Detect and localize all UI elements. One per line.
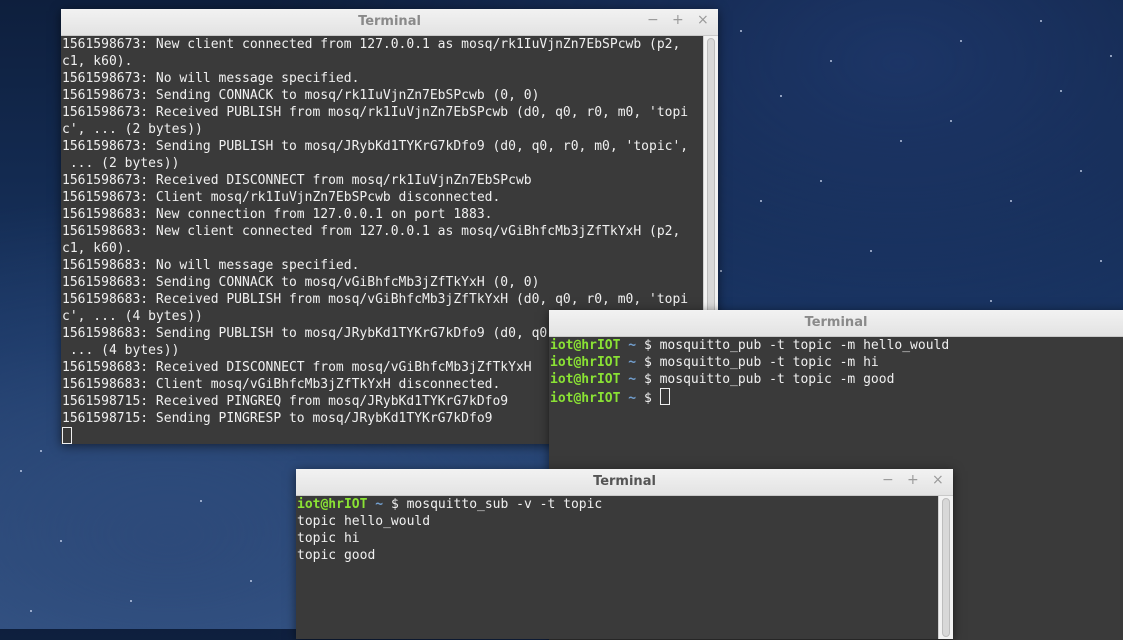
log-line: 1561598673: Sending CONNACK to mosq/rk1I…	[62, 88, 540, 103]
star	[1040, 20, 1042, 22]
star	[960, 40, 962, 42]
prompt-line: iot@hrIOT ~ $ mosquitto_pub -t topic -m …	[550, 354, 1123, 371]
star	[870, 250, 872, 252]
prompt-directory: ~	[628, 338, 637, 353]
output-line: topic hello_would	[297, 514, 431, 529]
window-title: Terminal	[358, 14, 421, 29]
star	[250, 580, 252, 582]
command-text: mosquitto_pub -t topic -m good	[659, 372, 895, 387]
prompt-dollar: $	[643, 391, 652, 406]
star	[130, 600, 132, 602]
log-line: c1, k60).	[62, 54, 133, 69]
star	[1060, 90, 1062, 92]
prompt-user: iot@hrIOT	[550, 338, 621, 353]
prompt-user: iot@hrIOT	[550, 391, 621, 406]
close-icon[interactable]: ×	[697, 12, 709, 28]
log-line: 1561598683: Received PUBLISH from mosq/v…	[62, 292, 689, 307]
log-line: 1561598683: New connection from 127.0.0.…	[62, 207, 493, 222]
prompt-line: iot@hrIOT ~ $ mosquitto_pub -t topic -m …	[550, 371, 1123, 388]
prompt-user: iot@hrIOT	[550, 372, 621, 387]
star	[780, 95, 782, 97]
prompt-directory: ~	[628, 355, 637, 370]
star	[760, 200, 762, 202]
broker-window-titlebar[interactable]: Terminal − + ×	[61, 9, 718, 36]
scrollbar[interactable]	[938, 496, 953, 639]
star	[950, 120, 952, 122]
minimize-icon[interactable]: −	[647, 12, 659, 28]
command-text: mosquitto_pub -t topic -m hello_would	[659, 338, 950, 353]
star	[200, 500, 202, 502]
publisher-window-titlebar[interactable]: Terminal	[549, 310, 1123, 337]
close-icon[interactable]: ×	[932, 472, 944, 488]
output-line: topic good	[297, 548, 376, 563]
window-title: Terminal	[593, 474, 656, 489]
star	[830, 60, 832, 62]
log-line: 1561598673: Sending PUBLISH to mosq/JRyb…	[62, 139, 689, 154]
text-cursor	[62, 427, 72, 444]
star	[990, 300, 992, 302]
star	[20, 470, 22, 472]
command-text: mosquitto_sub -v -t topic	[406, 497, 603, 512]
star	[1100, 260, 1102, 262]
star	[60, 540, 62, 542]
log-line: 1561598683: Sending CONNACK to mosq/vGiB…	[62, 275, 540, 290]
prompt-line: iot@hrIOT ~ $ mosquitto_pub -t topic -m …	[550, 337, 1123, 354]
star	[1080, 170, 1082, 172]
prompt-dollar: $	[643, 355, 652, 370]
subscriber-terminal-window[interactable]: Terminal − + × iot@hrIOT ~ $ mosquitto_s…	[296, 469, 953, 639]
maximize-icon[interactable]: +	[907, 472, 919, 488]
prompt-dollar: $	[643, 338, 652, 353]
star	[30, 610, 32, 612]
log-line: ... (2 bytes))	[62, 156, 180, 171]
output-line: topic hi	[297, 531, 360, 546]
log-line: 1561598673: No will message specified.	[62, 71, 360, 86]
prompt-user: iot@hrIOT	[550, 355, 621, 370]
prompt-dollar: $	[643, 372, 652, 387]
star	[1110, 55, 1112, 57]
star	[40, 450, 42, 452]
log-line: 1561598673: Received PUBLISH from mosq/r…	[62, 105, 689, 120]
maximize-icon[interactable]: +	[672, 12, 684, 28]
minimize-icon[interactable]: −	[882, 472, 894, 488]
star	[1010, 200, 1012, 202]
subscriber-window-titlebar[interactable]: Terminal − + ×	[296, 469, 953, 496]
log-line: c', ... (2 bytes))	[62, 122, 203, 137]
text-cursor	[659, 388, 670, 405]
log-line: 1561598673: Client mosq/rk1IuVjnZn7EbSPc…	[62, 190, 501, 205]
log-line: c1, k60).	[62, 241, 133, 256]
star	[720, 270, 722, 272]
subscriber-terminal-output[interactable]: iot@hrIOT ~ $ mosquitto_sub -v -t topic t…	[297, 496, 938, 639]
prompt-user: iot@hrIOT	[297, 497, 368, 512]
log-line: 1561598673: New client connected from 12…	[62, 37, 681, 52]
log-line: 1561598673: Received DISCONNECT from mos…	[62, 173, 532, 188]
log-line: 1561598683: No will message specified.	[62, 258, 360, 273]
star	[740, 30, 742, 32]
prompt-line: iot@hrIOT ~ $	[550, 388, 1123, 406]
prompt-directory: ~	[375, 497, 384, 512]
log-line: 1561598683: New client connected from 12…	[62, 224, 681, 239]
prompt-line: iot@hrIOT ~ $ mosquitto_sub -v -t topic	[297, 496, 938, 513]
window-title: Terminal	[804, 315, 868, 330]
star	[820, 180, 822, 182]
prompt-dollar: $	[390, 497, 399, 512]
scrollbar-thumb[interactable]	[942, 498, 950, 637]
prompt-directory: ~	[628, 372, 637, 387]
star	[900, 140, 902, 142]
command-text: mosquitto_pub -t topic -m hi	[659, 355, 879, 370]
prompt-directory: ~	[628, 391, 637, 406]
